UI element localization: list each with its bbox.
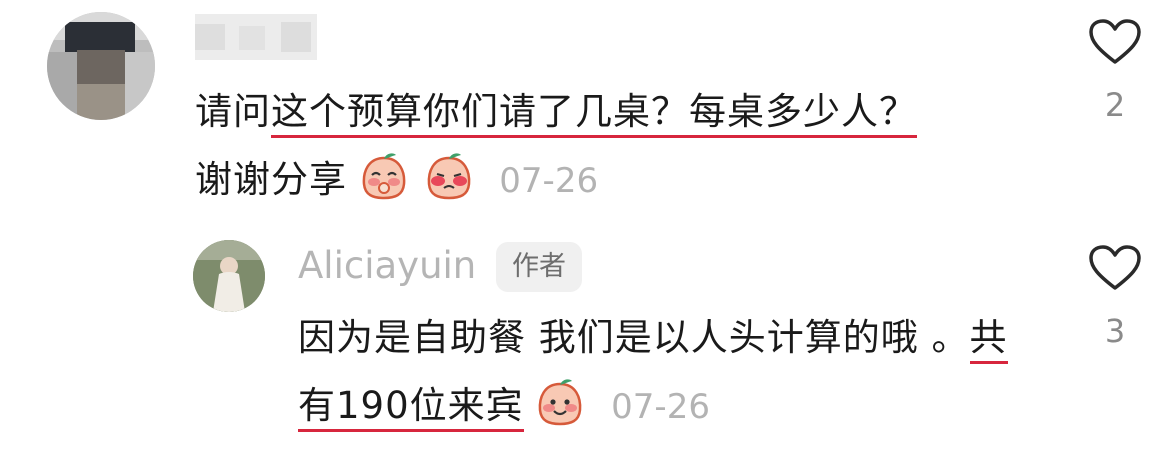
blushing-peach-emoji	[362, 153, 406, 200]
reply-text-first: 因为是自助餐 我们是以人头计算的哦 。	[298, 316, 970, 359]
author-avatar[interactable]	[193, 240, 265, 312]
comment-text-rest: 谢谢分享	[195, 158, 347, 201]
author-username[interactable]: Aliciayuin	[298, 244, 476, 287]
commenter-name-blurred[interactable]	[195, 14, 317, 60]
author-badge: 作者	[496, 242, 582, 292]
comment-like-count: 2	[1104, 86, 1126, 124]
commenter-avatar[interactable]	[47, 12, 155, 120]
comment-text: 请问这个预算你们请了几桌？每桌多少人？ 谢谢分享 07-26	[195, 78, 1035, 215]
reply-like[interactable]: 3	[1080, 244, 1150, 350]
reply-text: 因为是自助餐 我们是以人头计算的哦 。共有190位来宾 07-26	[298, 304, 1018, 441]
smiling-peach-emoji	[539, 379, 582, 426]
comment-date: 07-26	[499, 161, 599, 201]
comment-text-highlight: 这个预算你们请了几桌？每桌多少人？	[271, 90, 917, 138]
reply-date: 07-26	[611, 387, 710, 427]
heart-icon[interactable]	[1088, 18, 1142, 66]
avatar-photo	[193, 240, 265, 312]
comment-text-intro: 请问	[195, 90, 271, 133]
reply-like-count: 3	[1104, 312, 1126, 350]
comment-like[interactable]: 2	[1080, 18, 1150, 124]
shy-peach-emoji	[427, 153, 470, 200]
heart-icon[interactable]	[1088, 244, 1142, 292]
